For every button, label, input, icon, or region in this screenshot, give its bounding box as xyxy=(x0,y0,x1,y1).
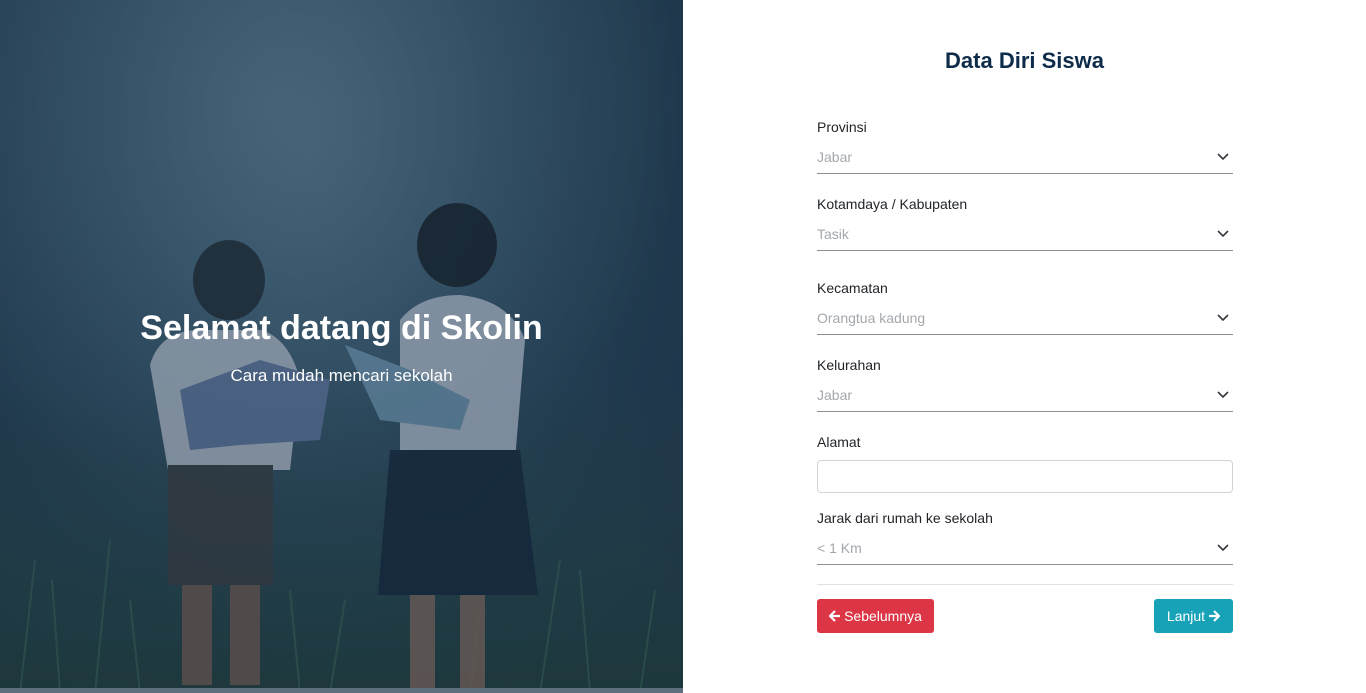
previous-button[interactable]: Sebelumnya xyxy=(817,599,934,633)
next-button[interactable]: Lanjut xyxy=(1154,599,1233,633)
arrow-right-icon xyxy=(1209,610,1221,622)
hero-panel: Selamat datang di Skolin Cara mudah menc… xyxy=(0,0,683,693)
kelurahan-label: Kelurahan xyxy=(817,357,881,373)
chevron-down-icon xyxy=(1217,153,1229,161)
field-jarak: Jarak dari rumah ke sekolah < 1 Km xyxy=(817,510,1233,565)
kota-select-value: Tasik xyxy=(817,226,849,242)
previous-button-label: Sebelumnya xyxy=(844,608,922,624)
alamat-input[interactable] xyxy=(817,460,1233,493)
chevron-down-icon xyxy=(1217,314,1229,322)
field-kota: Kotamdaya / Kabupaten Tasik xyxy=(817,196,1233,251)
hero-text: Selamat datang di Skolin Cara mudah menc… xyxy=(0,308,683,386)
kecamatan-select-value: Orangtua kadung xyxy=(817,310,926,326)
chevron-down-icon xyxy=(1217,230,1229,238)
jarak-select[interactable]: < 1 Km xyxy=(817,538,1233,565)
jarak-label: Jarak dari rumah ke sekolah xyxy=(817,510,993,526)
field-kecamatan: Kecamatan Orangtua kadung xyxy=(817,280,1233,335)
kecamatan-select[interactable]: Orangtua kadung xyxy=(817,308,1233,335)
form-divider xyxy=(817,584,1233,585)
chevron-down-icon xyxy=(1217,391,1229,399)
alamat-label: Alamat xyxy=(817,434,861,450)
field-alamat: Alamat xyxy=(817,434,1233,493)
hero-subtitle: Cara mudah mencari sekolah xyxy=(230,366,453,385)
form-title: Data Diri Siswa xyxy=(945,48,1104,73)
provinsi-select-value: Jabar xyxy=(817,149,853,165)
kelurahan-select[interactable]: Jabar xyxy=(817,385,1233,412)
hero-title: Selamat datang di Skolin xyxy=(140,309,543,347)
field-provinsi: Provinsi Jabar xyxy=(817,119,1233,174)
arrow-left-icon xyxy=(829,610,841,622)
hero-bottom-bar xyxy=(0,688,683,693)
kelurahan-select-value: Jabar xyxy=(817,387,853,403)
chevron-down-icon xyxy=(1217,544,1229,552)
next-button-label: Lanjut xyxy=(1166,608,1206,624)
jarak-select-value: < 1 Km xyxy=(817,540,862,556)
form-panel: Data Diri Siswa Provinsi Jabar Kotamdaya… xyxy=(683,0,1366,693)
provinsi-label: Provinsi xyxy=(817,119,867,135)
kota-label: Kotamdaya / Kabupaten xyxy=(817,196,968,212)
field-kelurahan: Kelurahan Jabar xyxy=(817,357,1233,412)
kecamatan-label: Kecamatan xyxy=(817,280,888,296)
provinsi-select[interactable]: Jabar xyxy=(817,147,1233,174)
kota-select[interactable]: Tasik xyxy=(817,224,1233,251)
